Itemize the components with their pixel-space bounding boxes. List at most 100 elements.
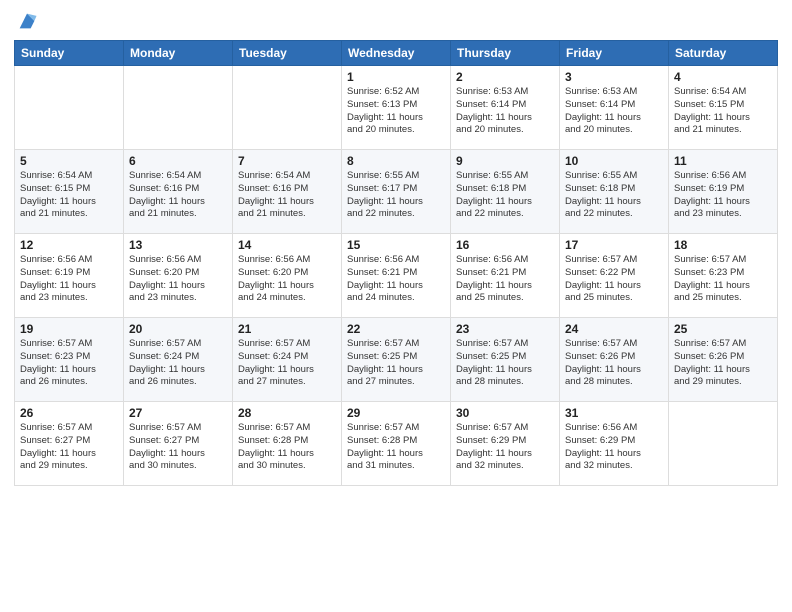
day-info: Sunrise: 6:54 AM Sunset: 6:15 PM Dayligh… (20, 170, 118, 221)
day-info: Sunrise: 6:57 AM Sunset: 6:22 PM Dayligh… (565, 254, 663, 305)
day-info: Sunrise: 6:55 AM Sunset: 6:18 PM Dayligh… (565, 170, 663, 221)
day-info: Sunrise: 6:57 AM Sunset: 6:26 PM Dayligh… (674, 338, 772, 389)
day-info: Sunrise: 6:57 AM Sunset: 6:23 PM Dayligh… (20, 338, 118, 389)
day-number: 2 (456, 70, 554, 84)
day-number: 29 (347, 406, 445, 420)
day-number: 1 (347, 70, 445, 84)
calendar-cell: 16 Sunrise: 6:56 AM Sunset: 6:21 PM Dayli… (451, 234, 560, 318)
day-number: 13 (129, 238, 227, 252)
day-info: Sunrise: 6:55 AM Sunset: 6:17 PM Dayligh… (347, 170, 445, 221)
day-info: Sunrise: 6:56 AM Sunset: 6:21 PM Dayligh… (456, 254, 554, 305)
weekday-header-friday: Friday (560, 41, 669, 66)
weekday-header-tuesday: Tuesday (233, 41, 342, 66)
calendar-cell: 26 Sunrise: 6:57 AM Sunset: 6:27 PM Dayli… (15, 402, 124, 486)
calendar-cell: 1 Sunrise: 6:52 AM Sunset: 6:13 PM Daylig… (342, 66, 451, 150)
calendar-cell (124, 66, 233, 150)
day-number: 11 (674, 154, 772, 168)
day-number: 6 (129, 154, 227, 168)
day-info: Sunrise: 6:57 AM Sunset: 6:28 PM Dayligh… (238, 422, 336, 473)
weekday-header-wednesday: Wednesday (342, 41, 451, 66)
calendar-cell: 27Sunrise: 6:57 AM Sunset: 6:27 PM Dayli… (124, 402, 233, 486)
day-number: 27 (129, 406, 227, 420)
day-info: Sunrise: 6:52 AM Sunset: 6:13 PM Dayligh… (347, 86, 445, 137)
calendar-week-row: 26 Sunrise: 6:57 AM Sunset: 6:27 PM Dayli… (15, 402, 778, 486)
day-number: 7 (238, 154, 336, 168)
calendar-cell: 17Sunrise: 6:57 AM Sunset: 6:22 PM Dayli… (560, 234, 669, 318)
calendar-cell: 30 Sunrise: 6:57 AM Sunset: 6:29 PM Dayli… (451, 402, 560, 486)
calendar-week-row: 12 Sunrise: 6:56 AM Sunset: 6:19 PM Dayli… (15, 234, 778, 318)
calendar-cell (669, 402, 778, 486)
day-info: Sunrise: 6:56 AM Sunset: 6:19 PM Dayligh… (674, 170, 772, 221)
calendar-cell: 11 Sunrise: 6:56 AM Sunset: 6:19 PM Dayli… (669, 150, 778, 234)
calendar-cell: 4Sunrise: 6:54 AM Sunset: 6:15 PM Daylig… (669, 66, 778, 150)
calendar-cell: 29 Sunrise: 6:57 AM Sunset: 6:28 PM Dayli… (342, 402, 451, 486)
calendar-cell: 8 Sunrise: 6:55 AM Sunset: 6:17 PM Daylig… (342, 150, 451, 234)
day-number: 31 (565, 406, 663, 420)
calendar-cell: 15 Sunrise: 6:56 AM Sunset: 6:21 PM Dayli… (342, 234, 451, 318)
day-info: Sunrise: 6:56 AM Sunset: 6:29 PM Dayligh… (565, 422, 663, 473)
day-info: Sunrise: 6:57 AM Sunset: 6:27 PM Dayligh… (20, 422, 118, 473)
day-number: 19 (20, 322, 118, 336)
day-number: 15 (347, 238, 445, 252)
calendar-cell: 28 Sunrise: 6:57 AM Sunset: 6:28 PM Dayli… (233, 402, 342, 486)
calendar-cell: 22 Sunrise: 6:57 AM Sunset: 6:25 PM Dayli… (342, 318, 451, 402)
day-number: 26 (20, 406, 118, 420)
day-number: 22 (347, 322, 445, 336)
day-number: 3 (565, 70, 663, 84)
day-number: 28 (238, 406, 336, 420)
day-number: 12 (20, 238, 118, 252)
day-number: 5 (20, 154, 118, 168)
calendar-cell: 24Sunrise: 6:57 AM Sunset: 6:26 PM Dayli… (560, 318, 669, 402)
day-info: Sunrise: 6:56 AM Sunset: 6:20 PM Dayligh… (129, 254, 227, 305)
calendar-cell: 12 Sunrise: 6:56 AM Sunset: 6:19 PM Dayli… (15, 234, 124, 318)
day-info: Sunrise: 6:57 AM Sunset: 6:29 PM Dayligh… (456, 422, 554, 473)
calendar-cell: 21 Sunrise: 6:57 AM Sunset: 6:24 PM Dayli… (233, 318, 342, 402)
calendar-cell (233, 66, 342, 150)
calendar-table: SundayMondayTuesdayWednesdayThursdayFrid… (14, 40, 778, 486)
day-number: 30 (456, 406, 554, 420)
calendar-cell: 18Sunrise: 6:57 AM Sunset: 6:23 PM Dayli… (669, 234, 778, 318)
day-number: 9 (456, 154, 554, 168)
calendar-cell: 20 Sunrise: 6:57 AM Sunset: 6:24 PM Dayli… (124, 318, 233, 402)
day-number: 14 (238, 238, 336, 252)
day-info: Sunrise: 6:57 AM Sunset: 6:25 PM Dayligh… (347, 338, 445, 389)
day-number: 16 (456, 238, 554, 252)
calendar-cell: 31 Sunrise: 6:56 AM Sunset: 6:29 PM Dayli… (560, 402, 669, 486)
day-number: 21 (238, 322, 336, 336)
day-info: Sunrise: 6:56 AM Sunset: 6:19 PM Dayligh… (20, 254, 118, 305)
weekday-header-monday: Monday (124, 41, 233, 66)
day-info: Sunrise: 6:54 AM Sunset: 6:16 PM Dayligh… (238, 170, 336, 221)
calendar-cell: 2 Sunrise: 6:53 AM Sunset: 6:14 PM Daylig… (451, 66, 560, 150)
weekday-header-sunday: Sunday (15, 41, 124, 66)
header (14, 10, 778, 32)
calendar-cell: 19 Sunrise: 6:57 AM Sunset: 6:23 PM Dayli… (15, 318, 124, 402)
day-info: Sunrise: 6:57 AM Sunset: 6:24 PM Dayligh… (129, 338, 227, 389)
day-info: Sunrise: 6:57 AM Sunset: 6:26 PM Dayligh… (565, 338, 663, 389)
calendar-cell: 7 Sunrise: 6:54 AM Sunset: 6:16 PM Daylig… (233, 150, 342, 234)
day-info: Sunrise: 6:54 AM Sunset: 6:15 PM Dayligh… (674, 86, 772, 137)
day-info: Sunrise: 6:56 AM Sunset: 6:20 PM Dayligh… (238, 254, 336, 305)
day-info: Sunrise: 6:57 AM Sunset: 6:23 PM Dayligh… (674, 254, 772, 305)
weekday-header-row: SundayMondayTuesdayWednesdayThursdayFrid… (15, 41, 778, 66)
calendar-cell: 6 Sunrise: 6:54 AM Sunset: 6:16 PM Daylig… (124, 150, 233, 234)
day-number: 8 (347, 154, 445, 168)
calendar-cell: 3Sunrise: 6:53 AM Sunset: 6:14 PM Daylig… (560, 66, 669, 150)
day-info: Sunrise: 6:57 AM Sunset: 6:25 PM Dayligh… (456, 338, 554, 389)
calendar-week-row: 19 Sunrise: 6:57 AM Sunset: 6:23 PM Dayli… (15, 318, 778, 402)
calendar-cell: 5 Sunrise: 6:54 AM Sunset: 6:15 PM Daylig… (15, 150, 124, 234)
calendar-cell: 9Sunrise: 6:55 AM Sunset: 6:18 PM Daylig… (451, 150, 560, 234)
day-number: 25 (674, 322, 772, 336)
day-info: Sunrise: 6:54 AM Sunset: 6:16 PM Dayligh… (129, 170, 227, 221)
day-info: Sunrise: 6:53 AM Sunset: 6:14 PM Dayligh… (456, 86, 554, 137)
calendar-cell: 14 Sunrise: 6:56 AM Sunset: 6:20 PM Dayli… (233, 234, 342, 318)
calendar-week-row: 1 Sunrise: 6:52 AM Sunset: 6:13 PM Daylig… (15, 66, 778, 150)
day-number: 23 (456, 322, 554, 336)
calendar-cell: 23 Sunrise: 6:57 AM Sunset: 6:25 PM Dayli… (451, 318, 560, 402)
logo (14, 10, 38, 32)
day-info: Sunrise: 6:57 AM Sunset: 6:28 PM Dayligh… (347, 422, 445, 473)
day-info: Sunrise: 6:57 AM Sunset: 6:24 PM Dayligh… (238, 338, 336, 389)
calendar-week-row: 5 Sunrise: 6:54 AM Sunset: 6:15 PM Daylig… (15, 150, 778, 234)
day-number: 20 (129, 322, 227, 336)
day-info: Sunrise: 6:56 AM Sunset: 6:21 PM Dayligh… (347, 254, 445, 305)
calendar-cell: 25 Sunrise: 6:57 AM Sunset: 6:26 PM Dayli… (669, 318, 778, 402)
